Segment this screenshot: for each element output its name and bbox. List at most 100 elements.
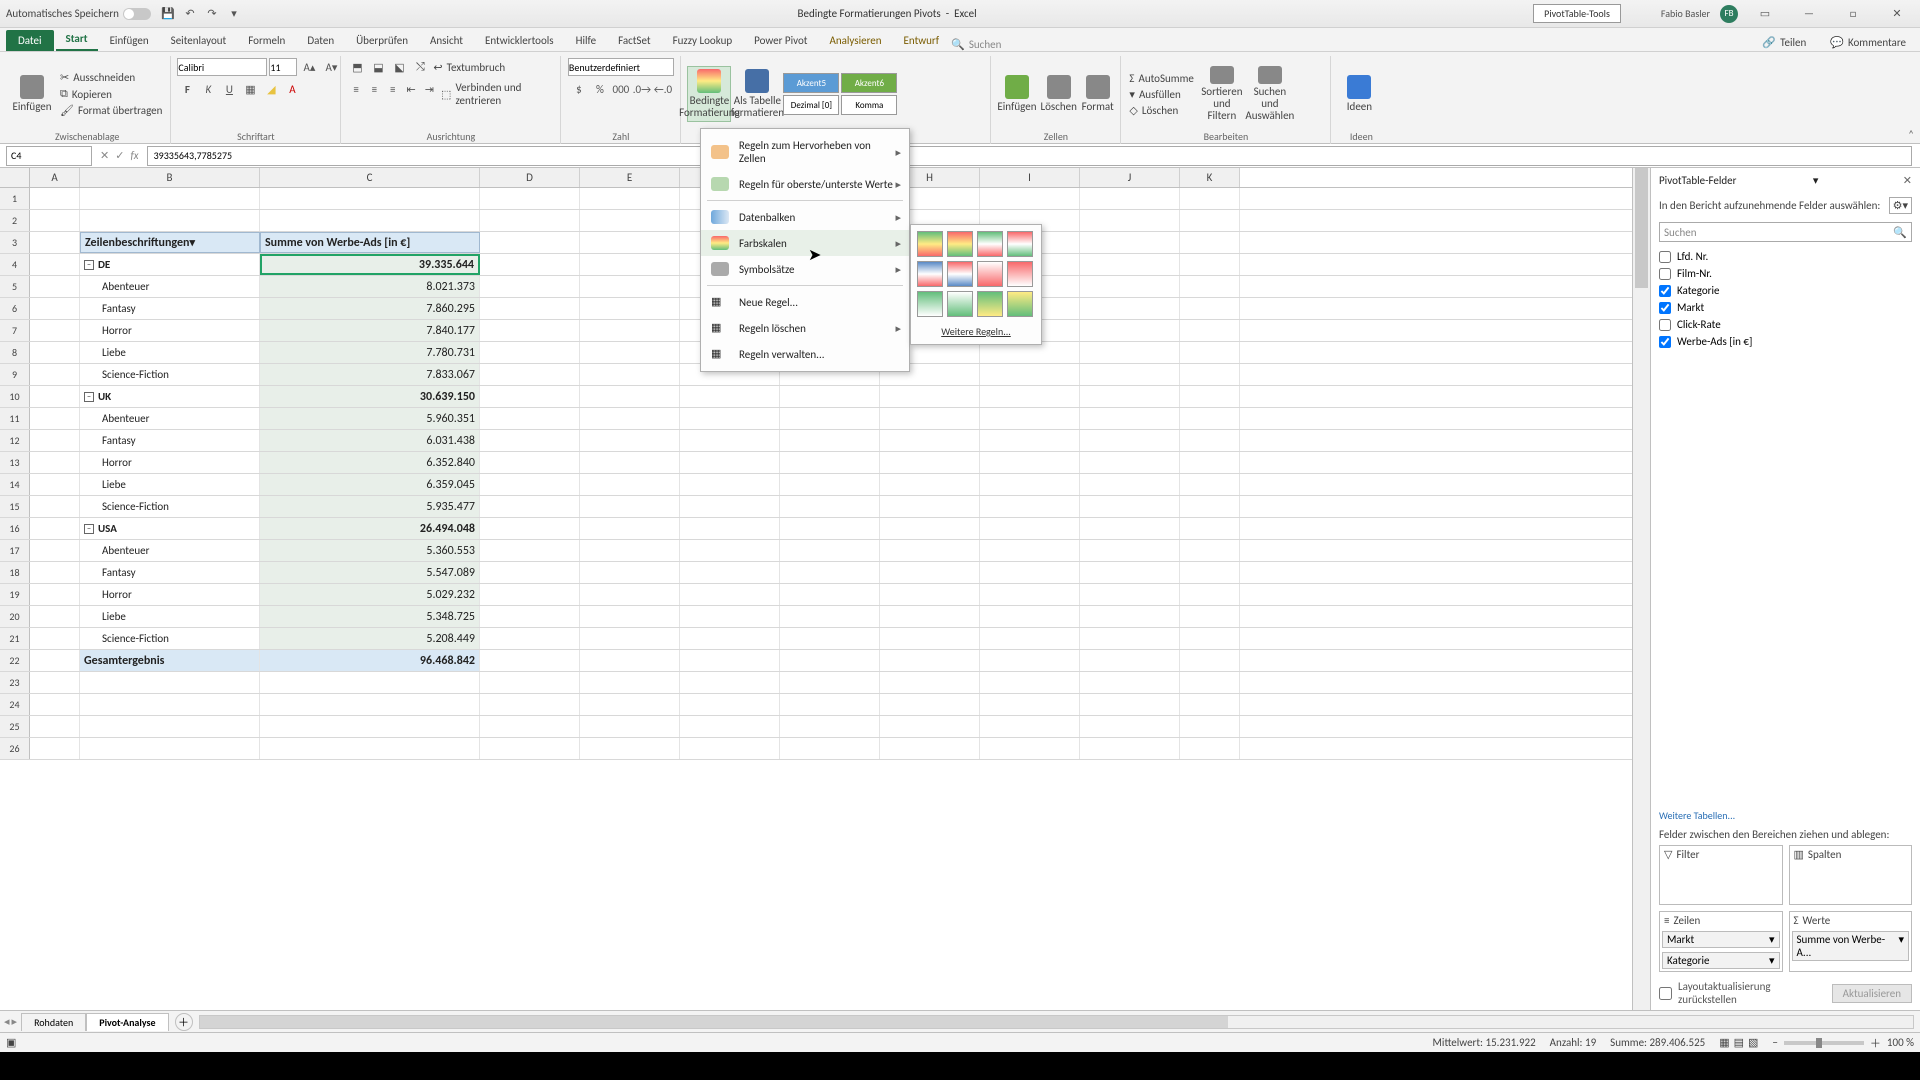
cell[interactable] — [980, 628, 1080, 649]
ideas-button[interactable]: Ideen — [1337, 66, 1381, 122]
clear-button[interactable]: ◇Löschen — [1127, 103, 1195, 118]
cell[interactable] — [1080, 650, 1180, 671]
cell[interactable] — [680, 430, 780, 451]
cell[interactable]: Abenteuer — [80, 540, 260, 561]
align-center-icon[interactable]: ≡ — [366, 80, 383, 98]
row-head[interactable]: 26 — [0, 738, 30, 759]
cell[interactable] — [30, 210, 80, 231]
cell[interactable] — [30, 606, 80, 627]
col-head[interactable]: B — [80, 168, 260, 187]
cell[interactable]: 5.935.477 — [260, 496, 480, 517]
cell[interactable] — [980, 452, 1080, 473]
cell[interactable]: Horror — [80, 320, 260, 341]
cell[interactable] — [30, 738, 80, 759]
cell[interactable] — [780, 452, 880, 473]
pane-close-icon[interactable]: ✕ — [1903, 174, 1912, 187]
cell[interactable] — [980, 518, 1080, 539]
cell[interactable]: Horror — [80, 584, 260, 605]
cell[interactable] — [1080, 452, 1180, 473]
row-head[interactable]: 9 — [0, 364, 30, 385]
colorscale-option[interactable] — [917, 261, 943, 287]
cf-clear-rules[interactable]: ▦Regeln löschen▸ — [701, 315, 909, 341]
cell[interactable] — [680, 628, 780, 649]
cell[interactable] — [880, 496, 980, 517]
cell[interactable] — [780, 738, 880, 759]
cell[interactable] — [1080, 408, 1180, 429]
cell[interactable] — [880, 452, 980, 473]
file-tab[interactable]: Datei — [6, 30, 54, 51]
cell[interactable] — [880, 738, 980, 759]
cell[interactable] — [780, 584, 880, 605]
indent-inc-icon[interactable]: ⇥ — [421, 80, 438, 98]
cell[interactable]: 6.359.045 — [260, 474, 480, 495]
cell[interactable] — [580, 188, 680, 209]
cell[interactable] — [1180, 474, 1240, 495]
cell[interactable] — [1180, 430, 1240, 451]
cell[interactable] — [480, 650, 580, 671]
row-head[interactable]: 23 — [0, 672, 30, 693]
fill-button[interactable]: ▾Ausfüllen — [1127, 87, 1195, 102]
row-head[interactable]: 3 — [0, 232, 30, 253]
dec-inc-icon[interactable]: .0→ — [632, 80, 652, 98]
vertical-scrollbar[interactable] — [1632, 168, 1650, 1010]
cell[interactable] — [1080, 430, 1180, 451]
cell[interactable] — [30, 276, 80, 297]
cell[interactable] — [260, 716, 480, 737]
row-head[interactable]: 1 — [0, 188, 30, 209]
cell[interactable] — [1180, 276, 1240, 297]
colorscale-option[interactable] — [947, 291, 973, 317]
cell[interactable] — [780, 628, 880, 649]
cell[interactable] — [1080, 474, 1180, 495]
copy-button[interactable]: ⧉Kopieren — [58, 86, 164, 102]
save-icon[interactable]: 💾 — [161, 7, 175, 21]
cell[interactable] — [1080, 540, 1180, 561]
cf-top-bottom-rules[interactable]: Regeln für oberste/unterste Werte▸ — [701, 171, 909, 197]
cell[interactable] — [980, 496, 1080, 517]
cell[interactable] — [80, 694, 260, 715]
colorscale-option[interactable] — [977, 291, 1003, 317]
cell[interactable] — [880, 606, 980, 627]
cf-data-bars[interactable]: Datenbalken▸ — [701, 204, 909, 230]
cell[interactable] — [480, 254, 580, 275]
cell[interactable] — [580, 606, 680, 627]
cell[interactable] — [980, 716, 1080, 737]
area-columns[interactable]: ▥Spalten — [1789, 845, 1913, 905]
sort-filter-button[interactable]: Sortieren und Filtern — [1200, 66, 1244, 122]
field-checkbox[interactable] — [1659, 285, 1671, 297]
maximize-icon[interactable]: □ — [1836, 4, 1870, 24]
cell[interactable] — [1180, 540, 1240, 561]
cell[interactable] — [1080, 342, 1180, 363]
row-chip[interactable]: Kategorie▾ — [1662, 952, 1780, 969]
user-avatar[interactable]: FB — [1720, 5, 1738, 23]
col-head[interactable]: E — [580, 168, 680, 187]
cell[interactable]: Science-Fiction — [80, 364, 260, 385]
cell[interactable] — [580, 232, 680, 253]
customize-qat-icon[interactable]: ▾ — [227, 7, 241, 21]
insert-cells-button[interactable]: Einfügen — [997, 66, 1036, 122]
row-head[interactable]: 4 — [0, 254, 30, 275]
cell[interactable] — [1080, 716, 1180, 737]
cell[interactable]: Fantasy — [80, 430, 260, 451]
cell[interactable] — [680, 474, 780, 495]
more-tables-link[interactable]: Weitere Tabellen... — [1651, 807, 1920, 824]
cell[interactable] — [480, 276, 580, 297]
cell[interactable] — [30, 364, 80, 385]
tab-seitenlayout[interactable]: Seitenlayout — [161, 30, 237, 51]
cell[interactable] — [980, 474, 1080, 495]
sheet-tab-pivot[interactable]: Pivot-Analyse — [86, 1013, 168, 1031]
cell[interactable] — [1180, 496, 1240, 517]
cell[interactable] — [30, 694, 80, 715]
colorscale-option[interactable] — [947, 261, 973, 287]
cell[interactable] — [1080, 606, 1180, 627]
cell[interactable] — [480, 540, 580, 561]
wrap-text-button[interactable]: ↩Textumbruch — [431, 58, 507, 76]
cell[interactable] — [480, 474, 580, 495]
tab-ansicht[interactable]: Ansicht — [420, 30, 473, 51]
cell[interactable] — [260, 188, 480, 209]
orientation-icon[interactable]: ⤭ — [410, 58, 430, 76]
cell[interactable] — [580, 364, 680, 385]
cell[interactable]: Gesamtergebnis — [80, 650, 260, 671]
cell[interactable]: 30.639.150 — [260, 386, 480, 407]
row-head[interactable]: 13 — [0, 452, 30, 473]
cell[interactable] — [880, 694, 980, 715]
